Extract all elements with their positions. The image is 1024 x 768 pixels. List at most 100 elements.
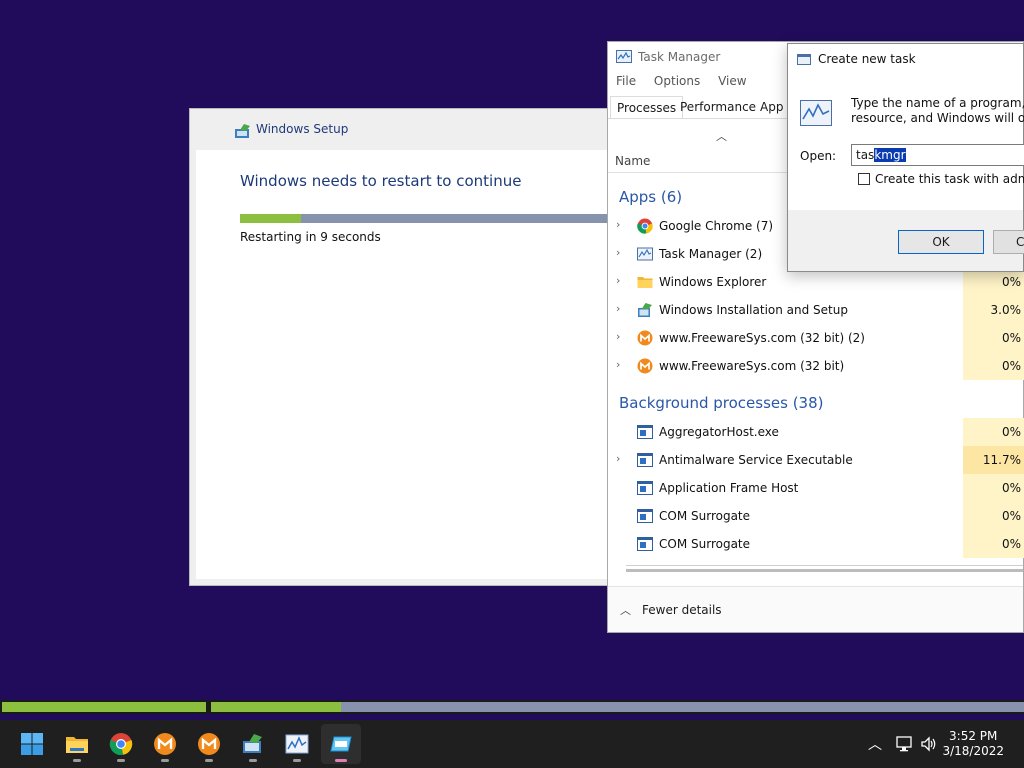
- windows-setup-window: Windows Setup Windows needs to restart t…: [189, 108, 620, 586]
- cpu-value: 3.0%: [963, 296, 1024, 324]
- fewer-details-label: Fewer details: [642, 603, 722, 617]
- running-indicator: [249, 759, 257, 762]
- taskbar-run-dialog[interactable]: [321, 724, 361, 764]
- freewaresys-icon: [637, 358, 653, 374]
- app-name: Google Chrome (7): [659, 219, 774, 233]
- setup-icon: [637, 302, 653, 318]
- setup-title: Windows Setup: [256, 122, 349, 136]
- dialog-body: Type the name of a program, fold resourc…: [788, 76, 1024, 210]
- dialog-description-line1: Type the name of a program, fold: [851, 96, 1024, 110]
- tab-performance[interactable]: Performance: [674, 96, 762, 118]
- app-row[interactable]: › Windows Explorer 0%: [608, 268, 1024, 296]
- file-explorer-icon: [66, 737, 88, 753]
- apps-section-heading: Apps (6): [619, 188, 683, 206]
- process-icon: [637, 536, 653, 552]
- cpu-value: 0%: [963, 474, 1024, 502]
- setup-progress-fill: [240, 214, 301, 223]
- volume-icon[interactable]: [920, 735, 938, 753]
- app-row[interactable]: › www.FreewareSys.com (32 bit) (2) 0%: [608, 324, 1024, 352]
- background-process-row[interactable]: COM Surrogate 0%: [608, 502, 1024, 530]
- chevron-right-icon[interactable]: ›: [616, 330, 628, 343]
- run-dialog-icon: [797, 54, 811, 65]
- taskbar-freewaresys-2[interactable]: [189, 724, 229, 764]
- dialog-description-line2: resource, and Windows will open: [851, 111, 1024, 125]
- running-indicator: [293, 759, 301, 762]
- setup-progress-segment-1: [2, 702, 206, 712]
- chevron-right-icon[interactable]: ›: [616, 302, 628, 315]
- tab-processes[interactable]: Processes: [610, 96, 684, 118]
- running-indicator: [117, 759, 125, 762]
- setup-progress-bar: [240, 214, 620, 223]
- column-header-name[interactable]: Name: [615, 154, 650, 168]
- network-icon[interactable]: [896, 735, 914, 753]
- active-indicator: [335, 759, 347, 762]
- folder-icon: [637, 274, 653, 290]
- cancel-button[interactable]: C: [993, 230, 1024, 254]
- horizontal-scrollbar[interactable]: [626, 565, 1023, 576]
- background-process-row[interactable]: AggregatorHost.exe 0%: [608, 418, 1024, 446]
- background-process-name: COM Surrogate: [659, 509, 751, 523]
- taskbar-task-manager[interactable]: [277, 724, 317, 764]
- freewaresys-icon: [154, 733, 176, 755]
- open-label: Open:: [800, 149, 837, 163]
- taskbar-file-explorer[interactable]: [57, 724, 97, 764]
- open-input-text: tas: [856, 148, 875, 162]
- start-icon: [21, 733, 43, 755]
- cpu-value: 0%: [963, 530, 1024, 558]
- background-process-row[interactable]: COM Surrogate 0%: [608, 530, 1024, 558]
- running-indicator: [205, 759, 213, 762]
- menu-options[interactable]: Options: [654, 74, 700, 88]
- chevron-right-icon[interactable]: ›: [616, 452, 628, 465]
- start-button[interactable]: [12, 724, 52, 764]
- background-process-name: Application Frame Host: [659, 481, 799, 495]
- system-clock[interactable]: 3:52 PM 3/18/2022: [942, 729, 1004, 759]
- background-process-name: Antimalware Service Executable: [659, 453, 853, 467]
- taskbar-chrome[interactable]: [101, 724, 141, 764]
- background-process-row[interactable]: Application Frame Host 0%: [608, 474, 1024, 502]
- chrome-icon: [637, 218, 653, 234]
- open-input[interactable]: taskmgr: [851, 144, 1024, 166]
- background-section-heading: Background processes (38): [619, 394, 824, 412]
- chevron-right-icon[interactable]: ›: [616, 246, 628, 259]
- setup-titlebar[interactable]: Windows Setup: [190, 109, 618, 150]
- setup-progress-segment-2: [211, 702, 1024, 712]
- setup-progress-segment-1-fill: [2, 702, 206, 712]
- admin-checkbox-label[interactable]: Create this task with adminis: [875, 172, 1024, 186]
- app-name: www.FreewareSys.com (32 bit) (2): [659, 331, 865, 345]
- running-indicator: [73, 759, 81, 762]
- chrome-icon: [109, 733, 133, 756]
- chevron-right-icon[interactable]: ›: [616, 218, 628, 231]
- cpu-value: 0%: [963, 324, 1024, 352]
- dialog-titlebar[interactable]: Create new task: [788, 44, 1023, 76]
- menu-file[interactable]: File: [616, 74, 636, 88]
- cpu-value: 0%: [963, 418, 1024, 446]
- setup-progress-segment-2-fill: [211, 702, 342, 712]
- app-name: Windows Explorer: [659, 275, 767, 289]
- menu-view[interactable]: View: [718, 74, 746, 88]
- freewaresys-icon: [198, 733, 220, 755]
- dialog-title: Create new task: [818, 52, 916, 66]
- sort-up-icon[interactable]: ︿: [716, 128, 727, 144]
- chevron-right-icon[interactable]: ›: [616, 274, 628, 287]
- chevron-up-icon[interactable]: ︿: [868, 734, 882, 754]
- fewer-details-button[interactable]: ︿ Fewer details: [608, 586, 1023, 632]
- background-process-row[interactable]: › Antimalware Service Executable 11.7%: [608, 446, 1024, 474]
- setup-icon: [235, 124, 250, 138]
- chevron-up-icon: ︿: [620, 604, 631, 617]
- app-name: Task Manager (2): [659, 247, 763, 261]
- chevron-right-icon[interactable]: ›: [616, 358, 628, 371]
- scrollbar-thumb[interactable]: [626, 569, 1023, 572]
- taskbar-windows-setup[interactable]: [233, 724, 273, 764]
- run-dialog-icon: [330, 736, 352, 752]
- freewaresys-icon: [637, 330, 653, 346]
- task-manager-icon: [285, 734, 309, 754]
- taskbar-freewaresys-1[interactable]: [145, 724, 185, 764]
- app-row[interactable]: › www.FreewareSys.com (32 bit) 0%: [608, 352, 1024, 380]
- cpu-value: 0%: [963, 352, 1024, 380]
- background-process-name: COM Surrogate: [659, 537, 751, 551]
- task-manager-title: Task Manager: [638, 50, 721, 64]
- ok-button[interactable]: OK: [898, 230, 984, 254]
- admin-checkbox[interactable]: [858, 173, 870, 185]
- task-manager-icon: [637, 246, 653, 262]
- app-row[interactable]: › Windows Installation and Setup 3.0%: [608, 296, 1024, 324]
